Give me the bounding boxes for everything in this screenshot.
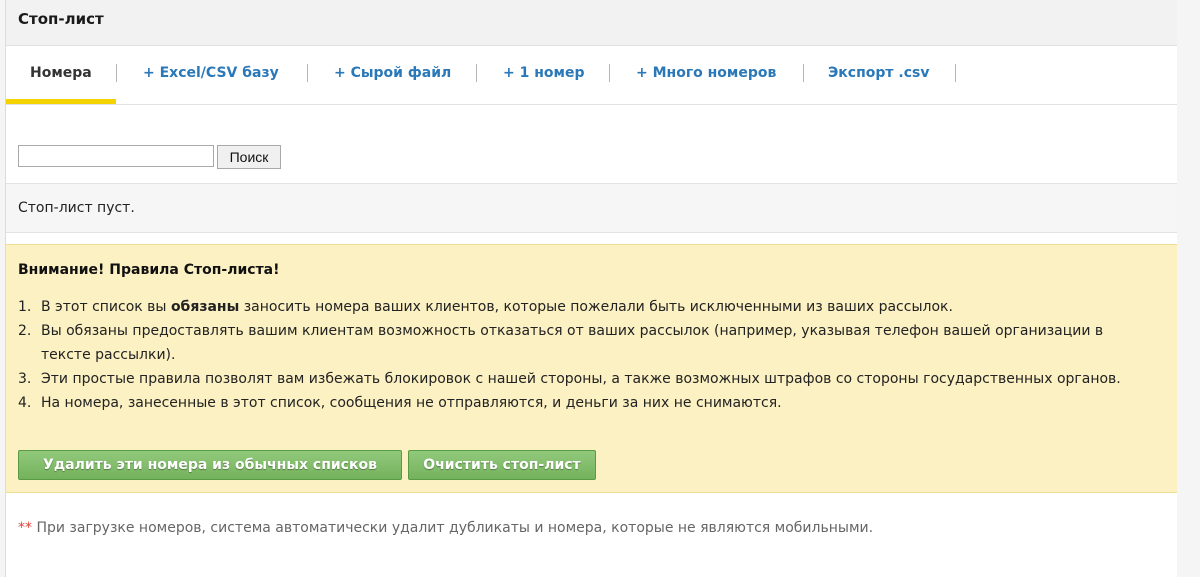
footnote-text: При загрузке номеров, система автоматиче…: [36, 520, 874, 536]
rule-number: 4.: [18, 395, 32, 411]
tab-separator: [307, 64, 308, 82]
rule-item: 1. В этот список вы обязаны заносить номе…: [18, 295, 1148, 319]
rule-text: Вы обязаны предоставлять вашим клиентам …: [41, 323, 1104, 363]
tab-add-excel-csv[interactable]: + Excel/CSV базу: [143, 46, 279, 104]
warning-title: Внимание! Правила Стоп-листа!: [18, 262, 280, 278]
tab-numbers[interactable]: Номера: [6, 46, 116, 104]
rules-list: 1. В этот список вы обязаны заносить номе…: [18, 295, 1148, 415]
tab-separator: [116, 64, 117, 82]
footnote-marker: **: [18, 520, 32, 536]
tab-add-raw-file[interactable]: + Сырой файл: [334, 46, 451, 104]
rule-text: Эти простые правила позволят вам избежат…: [41, 371, 1121, 387]
page-title: Стоп-лист: [18, 10, 104, 28]
tab-add-many-numbers[interactable]: + Много номеров: [636, 46, 776, 104]
rule-number: 3.: [18, 371, 32, 387]
rule-text: В этот список вы: [41, 299, 171, 315]
footnote: ** При загрузке номеров, система автомат…: [18, 520, 873, 536]
tab-separator: [803, 64, 804, 82]
rule-number: 2.: [18, 323, 32, 339]
empty-state-text: Стоп-лист пуст.: [18, 200, 135, 216]
tab-export-csv[interactable]: Экспорт .csv: [828, 46, 929, 104]
stoplist-empty-row: Стоп-лист пуст.: [6, 183, 1177, 233]
rule-item: 2. Вы обязаны предоставлять вашим клиента…: [18, 319, 1148, 367]
clear-stoplist-button[interactable]: Очистить стоп-лист: [408, 450, 596, 480]
stoplist-panel: Стоп-лист Номера + Excel/CSV базу + Сыро…: [5, 0, 1178, 577]
rules-warning-box: Внимание! Правила Стоп-листа! 1. В этот с…: [6, 244, 1177, 493]
search-input[interactable]: [18, 145, 214, 167]
page-background-edge: [1177, 0, 1200, 577]
rule-text: заносить номера ваших клиентов, которые …: [239, 299, 953, 315]
tab-bar: Номера + Excel/CSV базу + Сырой файл + 1…: [6, 46, 1177, 105]
tab-separator: [476, 64, 477, 82]
page-header: Стоп-лист: [6, 0, 1177, 46]
search-button[interactable]: Поиск: [217, 145, 281, 169]
rule-text: На номера, занесенные в этот список, соо…: [41, 395, 782, 411]
rule-item: 4. На номера, занесенные в этот список, с…: [18, 391, 1148, 415]
rule-item: 3. Эти простые правила позволят вам избеж…: [18, 367, 1148, 391]
tab-add-one-number[interactable]: + 1 номер: [503, 46, 584, 104]
tab-separator: [609, 64, 610, 82]
rule-number: 1.: [18, 299, 32, 315]
remove-from-lists-button[interactable]: Удалить эти номера из обычных списков: [18, 450, 402, 480]
rule-emphasis: обязаны: [170, 299, 240, 315]
tab-separator: [955, 64, 956, 82]
